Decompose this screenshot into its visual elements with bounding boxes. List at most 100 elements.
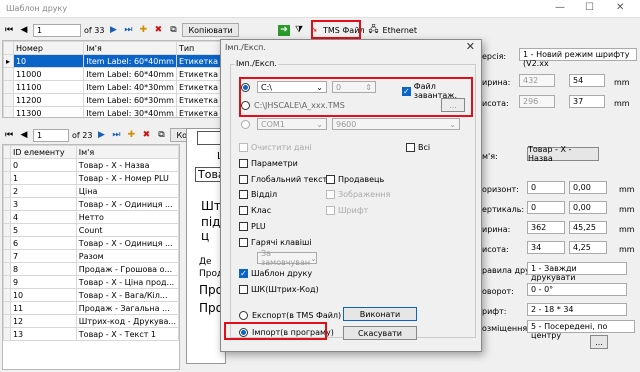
table-row[interactable]: 6 Товар - X - Одиниця ... bbox=[3, 236, 179, 250]
table-row[interactable]: 11000 Item Label: 60*40mm Етикетка bbox=[3, 67, 221, 81]
group-label: Імп./Експ. bbox=[235, 59, 278, 68]
table-row[interactable]: 7 Разом bbox=[3, 249, 179, 263]
prev-page-icon[interactable]: ◀ bbox=[18, 129, 30, 142]
default-select[interactable]: За замовчуван ⌄ bbox=[257, 249, 317, 267]
images-checkbox[interactable]: Зображення bbox=[326, 190, 390, 199]
height-px-input[interactable]: 296 bbox=[519, 95, 555, 108]
table-row[interactable]: 13 Товар - X - Текст 1 bbox=[3, 327, 179, 341]
height-mm-input[interactable]: 37 bbox=[569, 95, 605, 108]
table-row[interactable]: 11 Продаж - Загальна ... bbox=[3, 301, 179, 315]
params-checkbox[interactable]: Параметри bbox=[239, 159, 298, 168]
filter-icon[interactable]: ⧩ bbox=[293, 24, 305, 37]
barcode-checkbox[interactable]: ШК(Штрих-Код) bbox=[239, 285, 319, 294]
copy-button[interactable]: Копіювати bbox=[182, 23, 239, 37]
height2-input[interactable]: 34 bbox=[527, 241, 565, 254]
horizontal-input[interactable]: 0 bbox=[527, 181, 565, 194]
field-name-button[interactable]: Товар - X - Назва bbox=[527, 145, 599, 163]
placement-select[interactable]: 5 - Посередені, по центру bbox=[527, 320, 635, 340]
com-select[interactable]: COM1 ⌄ bbox=[257, 118, 327, 130]
table-row[interactable]: 1 Товар - X - Номер PLU bbox=[3, 171, 179, 185]
arrow-icon: ➘ bbox=[310, 25, 318, 35]
prev-page-icon[interactable]: ◀ bbox=[18, 24, 30, 37]
rotate-select[interactable]: 0 - 0° bbox=[527, 283, 627, 296]
browse-button[interactable]: ... bbox=[441, 98, 465, 112]
execute-button[interactable]: Виконати bbox=[343, 307, 417, 321]
dialog-close-icon[interactable]: ✕ bbox=[466, 40, 475, 53]
next-page-icon[interactable]: ▶ bbox=[95, 129, 107, 142]
table-row[interactable]: 3 Товар - X - Одиниця ... bbox=[3, 197, 179, 211]
col-number[interactable]: Номер bbox=[12, 41, 85, 55]
font-select[interactable]: 2 - 18 * 34 bbox=[527, 303, 627, 316]
page-number-input[interactable]: 1 bbox=[33, 23, 81, 37]
vertical-label: ертикаль: bbox=[482, 205, 525, 214]
global-text-checkbox[interactable]: Глобальний текст bbox=[239, 175, 327, 184]
first-page-icon[interactable]: ⏮ bbox=[3, 24, 15, 37]
import-radio[interactable]: Імпорт(в програму) bbox=[239, 328, 334, 337]
table-row[interactable]: 12 Штрих-код - Друкува... bbox=[3, 314, 179, 328]
baud-select[interactable]: 9600 ⌄ bbox=[332, 118, 460, 130]
table-row[interactable]: 11100 Item Label: 40*30mm Етикетка bbox=[3, 80, 221, 94]
close-icon[interactable]: ✕ bbox=[616, 2, 624, 13]
tms-file-label[interactable]: TMS Файл bbox=[323, 26, 365, 35]
maximize-icon[interactable]: ☐ bbox=[585, 2, 594, 13]
cancel-button[interactable]: Скасувати bbox=[343, 326, 417, 340]
last-page-icon[interactable]: ⏭ bbox=[122, 24, 134, 37]
horizontal-mm-input[interactable]: 0,00 bbox=[569, 181, 607, 194]
table-row[interactable]: 10 Товар - X - Вага/Кіл... bbox=[3, 288, 179, 302]
print-rule-select[interactable]: 1 - Завжди друкувати bbox=[527, 262, 627, 282]
plu-checkbox[interactable]: PLU bbox=[239, 222, 266, 231]
export-icon[interactable]: ➔ bbox=[278, 24, 290, 36]
clear-data-checkbox[interactable]: Очистити дані bbox=[239, 143, 312, 152]
minimize-icon[interactable]: — bbox=[555, 2, 565, 13]
drive-select[interactable]: C:\ ⌄ bbox=[257, 81, 327, 93]
path-radio[interactable]: C:\JHSCALE\A_xxx.TMS bbox=[241, 101, 345, 110]
font-checkbox[interactable]: Шрифт bbox=[326, 206, 368, 215]
table-row[interactable]: 11300 Item Label: 30*40mm Етикетка bbox=[3, 106, 221, 117]
department-checkbox[interactable]: Відділ bbox=[239, 190, 277, 199]
class-checkbox[interactable]: Клас bbox=[239, 206, 271, 215]
hotkeys-checkbox[interactable]: Гарячі клавіші bbox=[239, 238, 312, 247]
table-row[interactable]: 9 Товар - X - Ціна прод... bbox=[3, 275, 179, 289]
unit-label: mm bbox=[619, 185, 635, 194]
col-name[interactable]: Ім'я bbox=[75, 145, 179, 159]
page-number-input[interactable]: 1 bbox=[33, 128, 69, 142]
table-row[interactable]: 8 Продаж - Грошова о... bbox=[3, 262, 179, 276]
number-stepper[interactable]: 0 ⇕ bbox=[332, 81, 376, 93]
vertical-mm-input[interactable]: 0,00 bbox=[569, 201, 607, 214]
delete-icon[interactable]: ✖ bbox=[140, 129, 152, 142]
next-page-icon[interactable]: ▶ bbox=[107, 24, 119, 37]
width-px-input[interactable]: 432 bbox=[519, 74, 555, 87]
width-mm-input[interactable]: 54 bbox=[569, 74, 605, 87]
com-radio[interactable] bbox=[241, 120, 250, 129]
table-row[interactable]: 2 Ціна bbox=[3, 184, 179, 198]
width2-mm-input[interactable]: 45,25 bbox=[569, 221, 607, 234]
col-type[interactable]: Тип bbox=[175, 41, 221, 55]
table-row[interactable]: 11200 Item Label: 60*30mm Етикетка bbox=[3, 93, 221, 107]
more-button[interactable]: ... bbox=[590, 335, 608, 349]
properties-panel: ерсія: 1 - Новий режим шрифту (V2.xx ири… bbox=[482, 40, 640, 370]
seller-checkbox[interactable]: Продавець bbox=[326, 175, 384, 184]
height2-mm-input[interactable]: 4,25 bbox=[569, 241, 607, 254]
add-icon[interactable]: ✚ bbox=[137, 24, 149, 37]
col-name[interactable]: Ім'я bbox=[83, 41, 177, 55]
page-count: of 33 bbox=[84, 25, 105, 35]
preview-text: Де bbox=[199, 257, 212, 267]
table-row[interactable]: 4 Нетто bbox=[3, 210, 179, 224]
col-id[interactable]: ID елементу bbox=[9, 145, 77, 159]
all-checkbox[interactable]: Всі bbox=[406, 143, 430, 152]
vertical-input[interactable]: 0 bbox=[527, 201, 565, 214]
width2-input[interactable]: 362 bbox=[527, 221, 565, 234]
delete-icon[interactable]: ✖ bbox=[152, 24, 164, 37]
export-radio[interactable]: Експорт(в TMS Файл) bbox=[239, 311, 341, 320]
table-row[interactable]: 0 Товар - X - Назва bbox=[3, 158, 179, 172]
version-select[interactable]: 1 - Новий режим шрифту (V2.xx bbox=[519, 48, 637, 68]
window-title: Шаблон друку bbox=[6, 4, 68, 13]
table-row[interactable]: 5 Count bbox=[3, 223, 179, 237]
last-page-icon[interactable]: ⏭ bbox=[110, 129, 122, 142]
print-template-checkbox[interactable]: ✓ Шаблон друку bbox=[239, 269, 312, 278]
table-row[interactable]: ▸ 10 Item Label: 60*40mm Етикетка bbox=[3, 54, 221, 68]
first-page-icon[interactable]: ⏮ bbox=[3, 129, 15, 142]
drive-radio[interactable] bbox=[241, 83, 250, 92]
ethernet-label[interactable]: Ethernet bbox=[383, 26, 417, 35]
add-icon[interactable]: ✚ bbox=[125, 129, 137, 142]
